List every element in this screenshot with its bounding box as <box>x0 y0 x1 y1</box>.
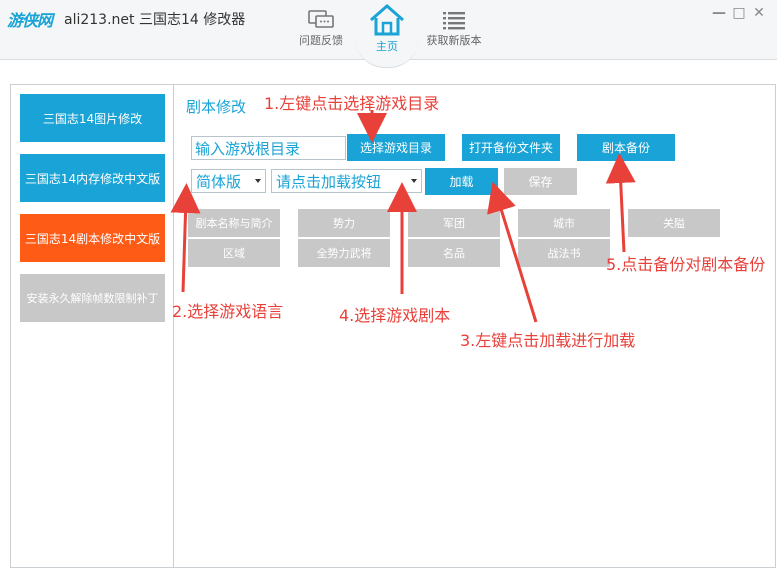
sidebar-item-fps-patch[interactable]: 安装永久解除帧数限制补丁 <box>20 274 165 322</box>
sidebar: 三国志14图片修改 三国志14内存修改中文版 三国志14剧本修改中文版 安装永久… <box>11 85 174 567</box>
scenario-select[interactable]: 请点击加载按钮 <box>271 169 422 193</box>
main-panel: 三国志14图片修改 三国志14内存修改中文版 三国志14剧本修改中文版 安装永久… <box>10 84 776 568</box>
sidebar-item-scenario-edit[interactable]: 三国志14剧本修改中文版 <box>20 214 165 262</box>
nav-feedback-label: 问题反馈 <box>299 34 343 47</box>
sidebar-item-memory-edit[interactable]: 三国志14内存修改中文版 <box>20 154 165 202</box>
window-controls: — □ ✕ <box>711 5 767 21</box>
content-area: 剧本修改 输入游戏根目录 选择游戏目录 打开备份文件夹 剧本备份 简体版 请点击… <box>176 85 775 567</box>
tab-treasures[interactable]: 名品 <box>408 239 500 267</box>
tab-forces[interactable]: 势力 <box>298 209 390 237</box>
chevron-down-icon <box>255 179 261 183</box>
chat-bubble-icon <box>308 8 334 32</box>
annotation-step4: 4.选择游戏剧本 <box>339 306 451 325</box>
backup-scenario-button[interactable]: 剧本备份 <box>577 134 675 161</box>
annotation-step1: 1.左键点击选择游戏目录 <box>264 94 440 113</box>
game-path-input[interactable]: 输入游戏根目录 <box>191 136 346 160</box>
home-icon <box>367 2 407 38</box>
nav-feedback[interactable]: 问题反馈 <box>292 8 350 48</box>
list-icon <box>441 8 467 32</box>
maximize-button[interactable]: □ <box>731 5 747 21</box>
tab-passes[interactable]: 关隘 <box>628 209 720 237</box>
tab-corps[interactable]: 军团 <box>408 209 500 237</box>
load-button[interactable]: 加载 <box>425 168 498 195</box>
tab-tactics-books[interactable]: 战法书 <box>518 239 610 267</box>
save-button[interactable]: 保存 <box>504 168 577 195</box>
minimize-button[interactable]: — <box>711 5 727 21</box>
language-select-value: 简体版 <box>196 172 242 191</box>
nav-update-label: 获取新版本 <box>426 34 482 47</box>
nav-home-label: 主页 <box>376 40 398 53</box>
tab-all-generals[interactable]: 全势力武将 <box>298 239 390 267</box>
app-logo: 游侠网 <box>7 6 53 32</box>
tab-regions[interactable]: 区域 <box>188 239 280 267</box>
section-title: 剧本修改 <box>186 98 247 116</box>
scenario-select-value: 请点击加载按钮 <box>276 172 382 191</box>
annotation-step5: 5.点击备份对剧本备份 <box>606 255 766 274</box>
tab-cities[interactable]: 城市 <box>518 209 610 237</box>
app-title: ali213.net 三国志14 修改器 <box>64 12 246 28</box>
logo-text: 游侠网 <box>7 11 53 30</box>
close-button[interactable]: ✕ <box>751 5 767 21</box>
chevron-down-icon <box>411 179 417 183</box>
select-game-dir-button[interactable]: 选择游戏目录 <box>347 134 445 161</box>
sidebar-item-image-edit[interactable]: 三国志14图片修改 <box>20 94 165 142</box>
annotation-step2: 2.选择游戏语言 <box>172 302 284 321</box>
tab-scenario-info[interactable]: 剧本名称与简介 <box>188 209 280 237</box>
language-select[interactable]: 简体版 <box>191 169 266 193</box>
nav-update[interactable]: 获取新版本 <box>420 8 488 48</box>
open-backup-folder-button[interactable]: 打开备份文件夹 <box>462 134 560 161</box>
nav-home[interactable]: 主页 <box>362 2 412 54</box>
annotation-step3: 3.左键点击加载进行加载 <box>460 331 636 350</box>
